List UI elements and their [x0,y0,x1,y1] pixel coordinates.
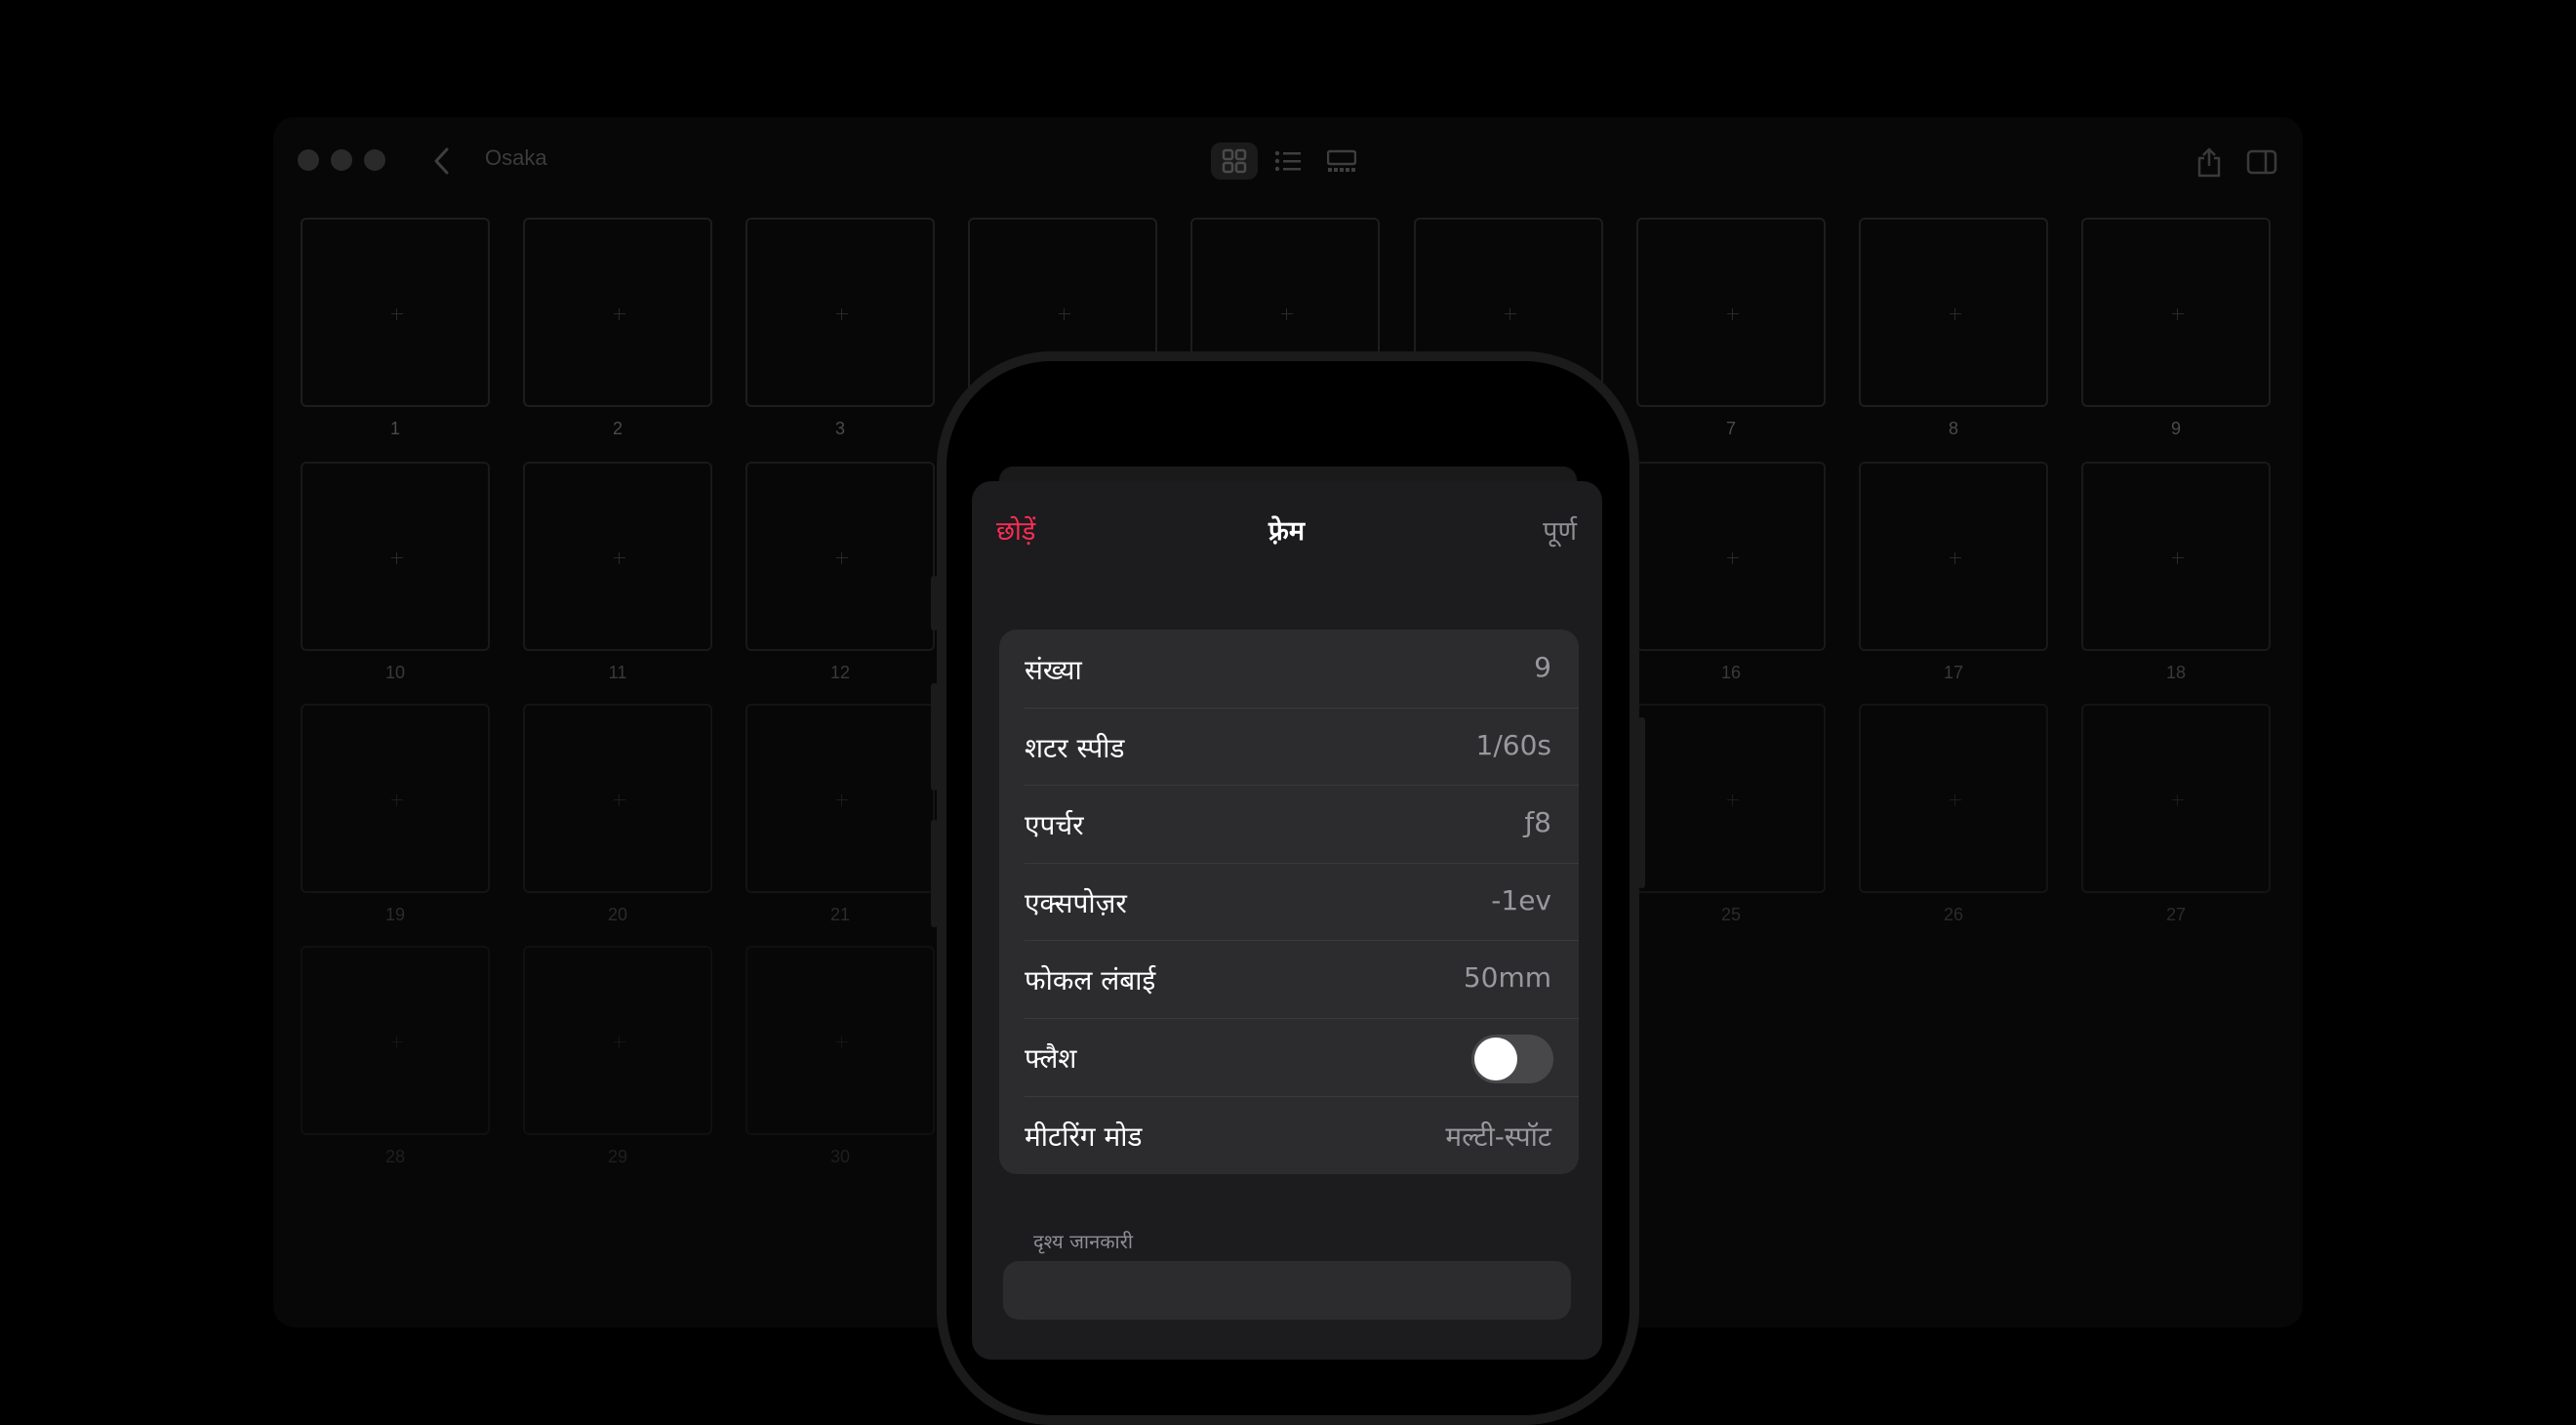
count-label: संख्या [1025,654,1082,686]
frame-number: 21 [829,905,851,924]
frame-cell[interactable] [301,946,490,1135]
phone-power-button [1638,717,1645,888]
cancel-button[interactable]: छोड़ें [996,511,1035,548]
frame-number: 9 [2170,419,2181,438]
frame-number: 25 [1720,905,1742,924]
frame-number: 28 [384,1147,406,1166]
frame-cell[interactable] [745,704,935,893]
focal-length-label: फोकल लंबाई [1025,964,1156,998]
frame-number: 10 [384,663,406,682]
frame-cell[interactable] [745,218,935,407]
frame-cell[interactable] [1859,218,2048,407]
frame-cell[interactable] [1636,704,1826,893]
shutter-speed-value: 1/60s [1475,728,1551,761]
exposure-row[interactable]: एक्सपोज़र -1ev [999,862,1579,941]
frame-cell[interactable] [2081,704,2271,893]
toggle-knob [1474,1037,1517,1080]
aperture-label: एपर्चर [1025,809,1084,842]
frame-cell[interactable] [1859,704,2048,893]
count-row[interactable]: संख्या 9 [999,630,1579,708]
done-button[interactable]: पूर्ण [1543,511,1577,548]
frame-cell[interactable] [301,462,490,651]
exposure-label: एक्सपोज़र [1025,886,1127,919]
shutter-speed-label: शटर स्पीड [1025,731,1125,764]
frame-cell[interactable] [2081,462,2271,651]
frame-number: 26 [1943,905,1964,924]
frame-cell[interactable] [1636,462,1826,651]
sheet-title: फ़्रेम [1268,516,1305,547]
scene-info-header: दृश्य जानकारी [1033,1230,1134,1253]
focal-length-value: 50mm [1463,961,1551,995]
frame-number: 3 [834,419,845,438]
frame-cell[interactable] [745,462,935,651]
metering-mode-value: मल्टी-स्पॉट [1445,1120,1551,1153]
exposure-value: -1ev [1491,883,1551,916]
frame-cell[interactable] [1636,218,1826,407]
frame-number: 29 [607,1147,628,1166]
frame-number: 27 [2165,905,2187,924]
shutter-speed-row[interactable]: शटर स्पीड 1/60s [999,707,1579,786]
frame-number: 19 [384,905,406,924]
frame-cell[interactable] [523,946,712,1135]
frame-number: 12 [829,663,851,682]
flash-toggle[interactable] [1471,1034,1553,1083]
frame-number: 2 [612,419,623,438]
frame-cell[interactable] [301,704,490,893]
frame-number: 7 [1725,419,1736,438]
frame-number: 20 [607,905,628,924]
frame-cell[interactable] [2081,218,2271,407]
frame-number: 8 [1948,419,1958,438]
metering-mode-label: मीटरिंग मोड [1025,1120,1143,1153]
settings-list: संख्या 9 शटर स्पीड 1/60s एपर्चर ƒ8 एक्सप… [999,630,1579,1174]
frame-number: 17 [1943,663,1964,682]
frame-cell[interactable] [523,218,712,407]
frame-cell[interactable] [523,462,712,651]
flash-row: फ्लैश [999,1017,1579,1096]
frame-cell[interactable] [1859,462,2048,651]
frame-cell[interactable] [523,704,712,893]
frame-number: 16 [1720,663,1742,682]
aperture-row[interactable]: एपर्चर ƒ8 [999,785,1579,863]
frame-cell[interactable] [301,218,490,407]
frame-number: 30 [829,1147,851,1166]
flash-label: फ्लैश [1025,1041,1077,1075]
count-value: 9 [1534,651,1551,683]
frame-number: 18 [2165,663,2187,682]
aperture-value: ƒ8 [1524,806,1551,839]
focal-length-row[interactable]: फोकल लंबाई 50mm [999,940,1579,1018]
frame-number: 11 [608,663,627,682]
metering-mode-row[interactable]: मीटरिंग मोड मल्टी-स्पॉट [999,1095,1579,1174]
scene-info-group [1003,1261,1571,1320]
frame-number: 1 [389,419,400,438]
frame-cell[interactable] [745,946,935,1135]
